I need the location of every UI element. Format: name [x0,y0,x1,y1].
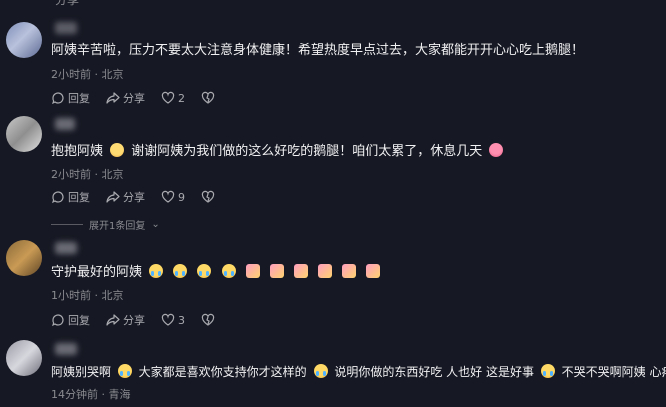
username-blurred[interactable] [55,343,77,355]
avatar[interactable] [6,116,42,152]
dislike-button[interactable] [201,313,215,327]
reply-button[interactable]: 回复 [51,312,90,328]
comment-text: 抱抱阿姨 谢谢阿姨为我们做的这么好吃的鹅腿！咱们太累了，休息几天 [51,143,506,161]
reply-icon [52,191,64,204]
heart-icon [161,313,175,326]
avatar[interactable] [6,240,42,276]
hug-emoji-icon [245,264,260,278]
share-button[interactable]: 分享 [106,312,145,328]
hug-emoji-icon [318,264,333,278]
share-icon [106,314,120,326]
hug-emoji-icon [366,264,381,278]
reply-icon [52,92,64,105]
like-count: 3 [178,313,185,327]
comment-meta: 1小时前 · 北京 [51,289,124,302]
comment-text: 阿姨别哭啊 大家都是喜欢你支持你才这样的 说明你做的东西好吃 人也好 这是好事 … [51,364,666,379]
like-button[interactable]: 3 [161,313,185,327]
share-icon [106,92,120,104]
crying-emoji-icon [540,364,555,378]
reply-button[interactable]: 回复 [51,90,90,106]
share-icon [106,191,120,203]
avatar[interactable] [6,340,42,376]
dislike-icon [201,91,215,104]
like-count: 9 [178,190,185,204]
previous-comment-actions: 分享 [55,0,79,8]
comment-meta: 2小时前 · 北京 [51,168,124,181]
crying-emoji-icon [149,264,164,278]
reply-icon [52,314,64,327]
crying-emoji-icon [173,264,188,278]
heart-icon [161,190,175,203]
crying-emoji-icon [221,264,236,278]
heart-icon [161,91,175,104]
crying-emoji-icon [197,264,212,278]
share-button-partial[interactable]: 分享 [55,0,79,8]
username-blurred[interactable] [55,242,77,254]
hug-emoji-icon [269,264,284,278]
crying-emoji-icon [313,364,328,378]
reply-button[interactable]: 回复 [51,189,90,205]
like-button[interactable]: 2 [161,91,185,105]
share-button[interactable]: 分享 [106,90,145,106]
hug-emoji-icon [294,264,308,278]
like-button[interactable]: 9 [161,190,185,204]
chevron-down-icon: ⌄ [151,219,160,230]
hug-emoji-icon [342,264,357,278]
crying-emoji-icon [117,364,132,378]
dislike-button[interactable] [201,91,215,105]
dislike-button[interactable] [201,190,215,204]
expand-replies-button[interactable]: 展开1条回复 ⌄ [51,217,160,232]
comment-actions: 回复 分享 9 [51,189,231,205]
username-blurred[interactable] [55,22,77,34]
blush-emoji-icon [110,143,125,157]
username-blurred[interactable] [55,118,75,130]
comment-meta: 14分钟前 · 青海 [51,388,131,401]
dislike-icon [201,313,215,326]
comment-text: 守护最好的阿姨 [51,264,383,282]
avatar[interactable] [6,22,42,58]
comment-meta: 2小时前 · 北京 [51,68,124,81]
comment-text: 阿姨辛苦啦，压力不要太大注意身体健康！希望热度早点过去，大家都能开开心心吃上鹅腿… [51,43,585,58]
love-emoji-icon [489,143,504,157]
share-button[interactable]: 分享 [106,189,145,205]
dislike-icon [201,190,215,203]
comment-actions: 回复 分享 3 [51,312,231,328]
like-count: 2 [178,91,185,105]
comment-actions: 回复 分享 2 [51,90,231,106]
divider-line [51,224,83,225]
